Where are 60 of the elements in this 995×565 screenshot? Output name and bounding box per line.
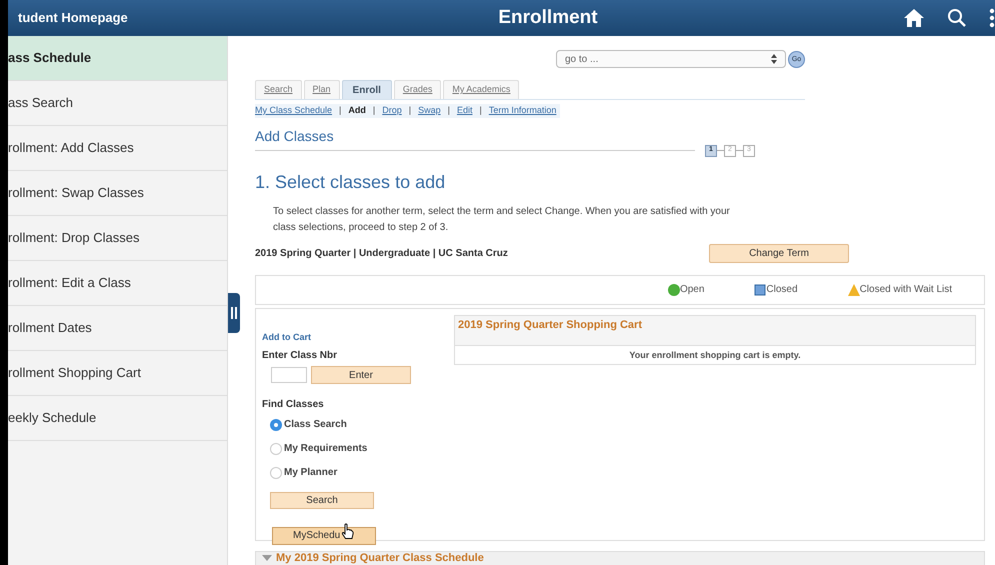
go-to-select[interactable]: go to ... <box>556 50 786 68</box>
sidebar-item[interactable]: rollment: Edit a Class <box>8 261 227 306</box>
subnav-link[interactable]: Add <box>348 104 366 118</box>
select-arrows-icon <box>771 54 777 64</box>
sidebar-item[interactable]: rollment Dates <box>8 306 227 351</box>
back-link[interactable]: tudent Homepage <box>18 8 238 28</box>
separator: | <box>339 104 342 117</box>
separator: | <box>448 104 450 117</box>
tab[interactable]: My Academics <box>443 80 520 99</box>
sidebar-item[interactable]: rollment: Drop Classes <box>8 216 227 261</box>
sidebar-item[interactable]: ass Schedule <box>8 36 227 81</box>
instructions-text: To select classes for another term, select the term and select Change. When you are satisfied with your class selections, proceed to step 2 of 3. <box>273 204 731 234</box>
radio-label: My Planner <box>284 466 338 480</box>
step-heading: 1. Select classes to add <box>255 170 446 194</box>
sidebar-item[interactable]: eekly Schedule <box>8 396 227 441</box>
sidebar-item[interactable]: rollment Shopping Cart <box>8 351 227 396</box>
subnav-link[interactable]: Term Information <box>488 104 556 118</box>
search-button[interactable]: Search <box>270 492 374 509</box>
separator: | <box>479 104 482 117</box>
radio-label: My Requirements <box>284 442 368 456</box>
tab[interactable]: Enroll <box>342 80 392 99</box>
sidebar-item[interactable]: rollment: Swap Classes <box>8 171 227 216</box>
radio-button[interactable] <box>270 418 282 430</box>
separator: | <box>408 104 412 117</box>
class-nbr-label: Enter Class Nbr <box>262 349 338 363</box>
subnav-link[interactable]: Swap <box>418 104 441 118</box>
subnav-link[interactable]: Edit <box>456 104 472 118</box>
home-icon[interactable] <box>903 8 925 28</box>
term-info: 2019 Spring Quarter | Undergraduate | UC Santa Cruz <box>255 246 509 260</box>
section-title: Add Classes <box>255 126 695 150</box>
collapse-handle[interactable] <box>228 293 240 333</box>
legend-label: Closed with Wait List <box>860 283 952 297</box>
cart-title: 2019 Spring Quarter Shopping Cart <box>455 316 975 346</box>
cart-message: Your enrollment shopping cart is empty. <box>628 348 802 362</box>
add-to-cart-link[interactable]: Add to Cart <box>262 330 454 344</box>
sidebar-item[interactable]: ass Search <box>8 81 227 126</box>
find-classes-label: Find Classes <box>262 398 325 412</box>
radio-button[interactable] <box>270 442 282 454</box>
schedule-section-title: My 2019 Spring Quarter Class Schedule <box>276 552 484 564</box>
myschedule-button[interactable]: MySchedu <box>272 526 376 544</box>
separator: | <box>372 104 376 117</box>
tab[interactable]: Plan <box>304 80 340 99</box>
radio-label: Class Search <box>284 418 347 432</box>
tab[interactable]: Search <box>255 80 302 99</box>
tab[interactable]: Grades <box>394 80 442 99</box>
legend-label: Closed <box>766 283 798 297</box>
search-icon[interactable] <box>947 8 967 28</box>
subnav-link[interactable]: Drop <box>382 104 402 118</box>
page-title: Enrollment <box>497 6 599 30</box>
radio-button[interactable] <box>270 466 282 478</box>
sidebar-item[interactable]: rollment: Add Classes <box>8 126 227 171</box>
class-nbr-field[interactable] <box>271 367 307 383</box>
hand-cursor-icon <box>341 523 354 540</box>
enter-button[interactable]: Enter <box>311 366 411 384</box>
legend-label: Open <box>680 283 704 297</box>
pause-icon <box>231 307 237 319</box>
select-value: go to ... <box>565 52 598 66</box>
more-icon[interactable] <box>989 8 995 28</box>
change-term-button[interactable]: Change Term <box>709 244 849 262</box>
subnav-link[interactable]: My Class Schedule <box>255 104 332 118</box>
